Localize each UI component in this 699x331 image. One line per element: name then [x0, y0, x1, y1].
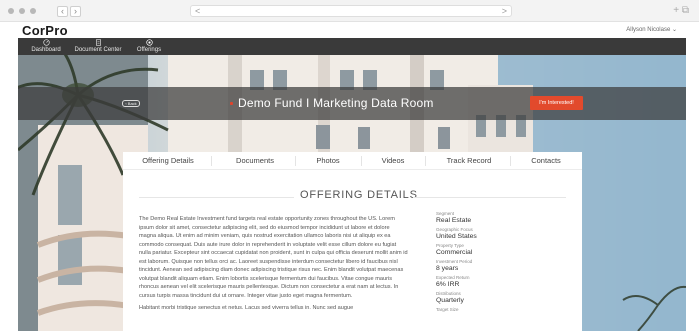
- back-button[interactable]: ‹ Back: [122, 100, 140, 107]
- document-icon: [95, 39, 101, 46]
- section-title: OFFERING DETAILS: [300, 189, 418, 201]
- section-rule-left: [139, 197, 294, 198]
- description-paragraph: Habitant morbi tristique senectus et net…: [139, 305, 354, 311]
- fact-distributions: Distributions Quarterly: [436, 291, 576, 305]
- fact-value: 8 years: [436, 265, 459, 272]
- nav-label: Offerings: [136, 47, 162, 53]
- tab-photos[interactable]: Photos: [308, 156, 348, 165]
- address-left-arrow[interactable]: <: [195, 6, 200, 16]
- interested-button[interactable]: I'm Interested!: [530, 96, 583, 110]
- fact-value: Real Estate: [436, 217, 472, 224]
- tab-divider: [361, 156, 362, 166]
- tab-track-record[interactable]: Track Record: [439, 156, 499, 165]
- fact-geographic-focus: Geographic Focus United States: [436, 227, 576, 241]
- main-nav: Dashboard Document Center Offerings: [18, 38, 686, 55]
- tab-documents[interactable]: Documents: [227, 156, 283, 165]
- section-rule-right: [413, 197, 566, 198]
- tab-contacts[interactable]: Contacts: [521, 156, 571, 165]
- user-menu[interactable]: Allyson Nicolase ⌄: [626, 26, 677, 33]
- browser-toolbar: ‹ › < > + ⧉: [0, 0, 699, 22]
- fact-value: United States: [436, 233, 477, 240]
- window-controls[interactable]: [8, 8, 36, 14]
- nav-dashboard[interactable]: Dashboard: [29, 39, 63, 53]
- fact-value: 6% IRR: [436, 281, 460, 288]
- page-title: Demo Fund I Marketing Data Room: [238, 96, 434, 110]
- fact-segment: Segment Real Estate: [436, 211, 576, 225]
- tab-divider: [510, 156, 511, 166]
- offerings-icon: [145, 39, 153, 46]
- back-label: ‹ Back: [125, 101, 137, 106]
- nav-label: Dashboard: [31, 47, 61, 53]
- fact-value: Commercial: [436, 249, 473, 256]
- maximize-window-icon[interactable]: [30, 8, 36, 14]
- forward-nav-icon[interactable]: ›: [70, 6, 81, 17]
- brand-logo[interactable]: CorPro: [22, 23, 68, 38]
- brand-bar: CorPro Allyson Nicolase ⌄: [0, 22, 699, 38]
- tab-offering-details[interactable]: Offering Details: [135, 156, 201, 165]
- fact-investment-period: Investment Period 8 years: [436, 259, 576, 273]
- tab-videos[interactable]: Videos: [373, 156, 413, 165]
- offering-panel: Offering Details Documents Photos Videos…: [123, 152, 582, 331]
- close-window-icon[interactable]: [8, 8, 14, 14]
- address-right-arrow[interactable]: >: [502, 6, 507, 16]
- offering-facts: Segment Real Estate Geographic Focus Uni…: [436, 211, 576, 315]
- back-nav-icon[interactable]: ‹: [57, 6, 68, 17]
- nav-label: Document Center: [74, 47, 122, 53]
- tab-divider: [295, 156, 296, 166]
- address-bar[interactable]: < >: [190, 5, 512, 17]
- offering-description: The Demo Real Estate Investment fund tar…: [139, 215, 408, 317]
- new-tab-icon[interactable]: + ⧉: [673, 5, 689, 16]
- tab-divider: [425, 156, 426, 166]
- minimize-window-icon[interactable]: [19, 8, 25, 14]
- dashboard-icon: [42, 39, 50, 46]
- fact-target-size: Target Size: [436, 307, 576, 313]
- fact-label: Target Size: [436, 307, 459, 312]
- nav-document-center[interactable]: Document Center: [72, 39, 124, 53]
- offering-tabs: Offering Details Documents Photos Videos…: [123, 152, 582, 170]
- fact-property-type: Property Type Commercial: [436, 243, 576, 257]
- fact-value: Quarterly: [436, 297, 464, 304]
- title-accent-icon: [230, 102, 233, 105]
- nav-offerings[interactable]: Offerings: [134, 39, 164, 53]
- description-paragraph: The Demo Real Estate Investment fund tar…: [139, 216, 408, 299]
- fact-expected-return: Expected Return 6% IRR: [436, 275, 576, 289]
- tab-divider: [211, 156, 212, 166]
